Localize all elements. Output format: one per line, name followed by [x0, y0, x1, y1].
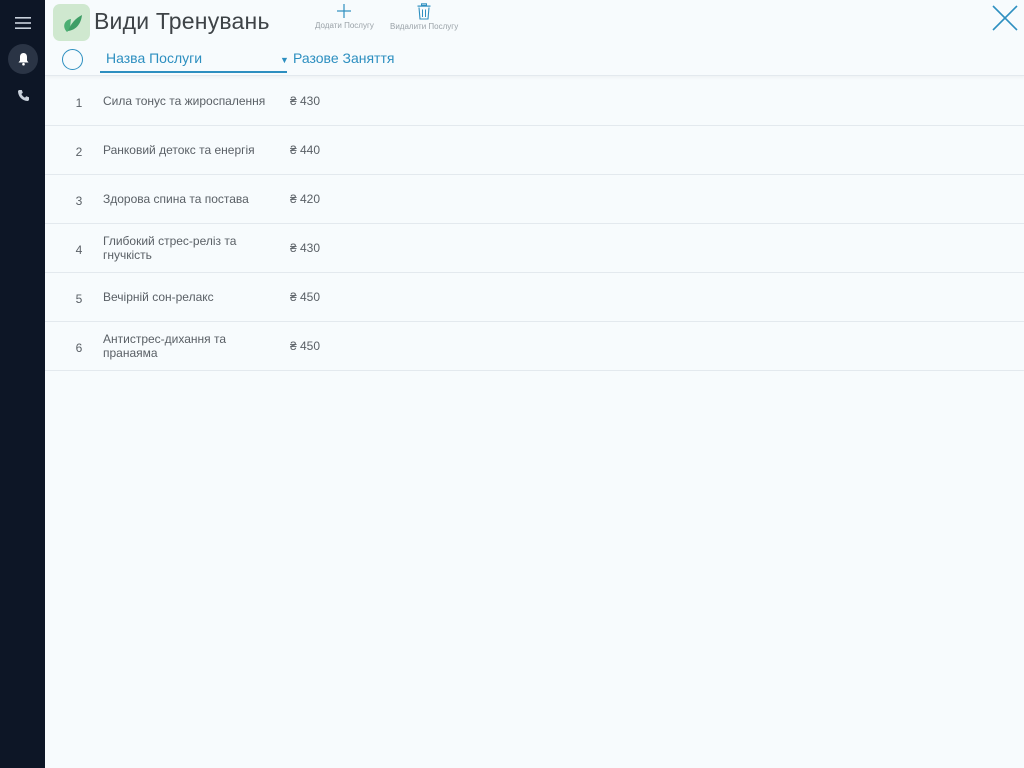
table-row[interactable]: 5 Вечірній сон-релакс ₴ 450 — [45, 273, 1024, 322]
delete-service-label: Видалити Послугу — [390, 22, 459, 31]
trash-icon — [417, 3, 431, 20]
row-number: 4 — [75, 243, 83, 257]
service-price: ₴ 430 — [290, 241, 321, 255]
add-service-label: Додати Послугу — [315, 21, 374, 30]
phone-icon[interactable] — [8, 80, 38, 110]
select-all-checkbox[interactable] — [62, 49, 83, 70]
column-header-service-name[interactable]: Назва Послуги — [100, 45, 287, 73]
service-price: ₴ 420 — [290, 192, 321, 206]
service-price: ₴ 450 — [290, 290, 321, 304]
services-list: 1 Сила тонус та жироспалення ₴ 430 2 Ранкови… — [45, 77, 1024, 371]
hamburger-menu-icon[interactable] — [8, 8, 38, 38]
table-row[interactable]: 2 Ранковий детокс та енергія ₴ 440 — [45, 126, 1024, 175]
service-name: Здорова спина та постава — [103, 192, 249, 206]
service-name: Сила тонус та жироспалення — [103, 94, 266, 108]
table-row[interactable]: 4 Глибокий стрес-реліз та гнучкість ₴ 430 — [45, 224, 1024, 273]
row-number: 1 — [75, 96, 83, 110]
service-price: ₴ 430 — [290, 94, 321, 108]
main-panel: Види Тренувань Додати Послугу Видалити П… — [45, 0, 1024, 768]
header: Види Тренувань Додати Послугу Видалити П… — [45, 0, 1024, 76]
close-icon[interactable] — [991, 4, 1019, 32]
service-price: ₴ 450 — [290, 339, 321, 353]
add-service-button[interactable]: Додати Послугу — [315, 3, 374, 30]
row-number: 5 — [75, 292, 83, 306]
table-row[interactable]: 3 Здорова спина та постава ₴ 420 — [45, 175, 1024, 224]
table-row[interactable]: 6 Антистрес-дихання та пранаяма ₴ 450 — [45, 322, 1024, 371]
delete-service-button[interactable]: Видалити Послугу — [390, 3, 458, 31]
service-name: Ранковий детокс та енергія — [103, 143, 255, 157]
page-title: Види Тренувань — [94, 8, 270, 34]
service-price: ₴ 440 — [290, 143, 321, 157]
row-number: 2 — [75, 145, 83, 159]
column-name-label: Назва Послуги — [106, 50, 203, 66]
app-logo — [53, 4, 90, 41]
plus-icon — [337, 4, 352, 18]
dropdown-arrow-icon[interactable]: ▼ — [280, 55, 289, 65]
service-name: Вечірній сон-релакс — [103, 290, 214, 304]
column-header-single-session[interactable]: Разове Заняття — [293, 50, 394, 66]
service-name: Антистрес-дихання та пранаяма — [103, 332, 227, 360]
table-row[interactable]: 1 Сила тонус та жироспалення ₴ 430 — [45, 77, 1024, 126]
bell-icon[interactable] — [8, 44, 38, 74]
row-number: 3 — [75, 194, 83, 208]
service-name: Глибокий стрес-реліз та гнучкість — [103, 234, 237, 262]
row-number: 6 — [75, 341, 83, 355]
sidebar — [0, 0, 45, 768]
